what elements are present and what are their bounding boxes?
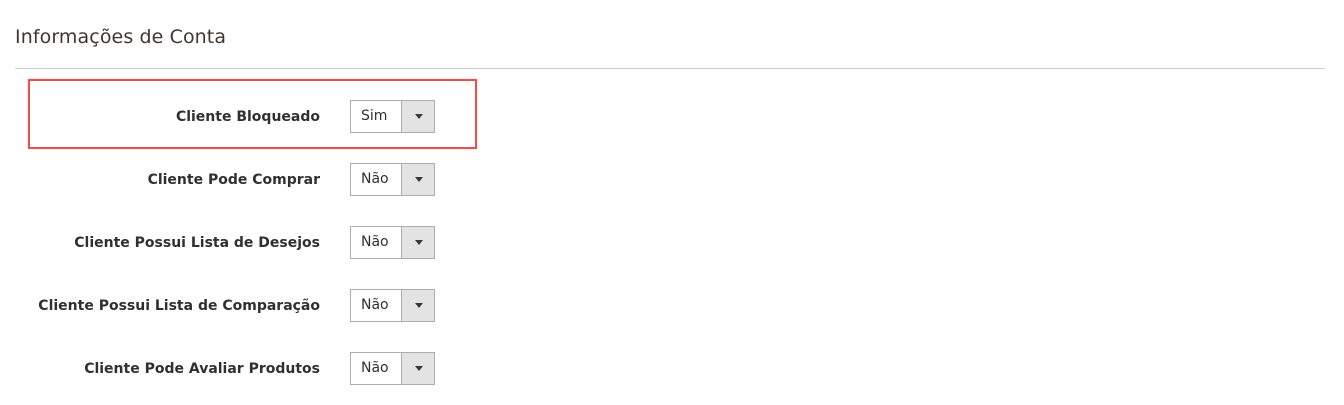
select-value: Não (361, 297, 389, 313)
field-label: Cliente Possui Lista de Comparação (38, 298, 320, 314)
dropdown-toggle[interactable] (401, 101, 434, 132)
select-value: Sim (361, 108, 388, 124)
account-info-page: Informações de Conta Cliente Bloqueado S… (0, 0, 1344, 405)
avaliar-produtos-select[interactable]: Não (350, 352, 435, 385)
field-row-lista-desejos: Cliente Possui Lista de Desejos Não (0, 226, 480, 260)
section-title: Informações de Conta (15, 26, 227, 48)
caret-down-icon (415, 114, 423, 119)
dropdown-toggle[interactable] (401, 164, 434, 195)
field-label: Cliente Possui Lista de Desejos (74, 235, 320, 251)
dropdown-toggle[interactable] (401, 227, 434, 258)
cliente-bloqueado-select[interactable]: Sim (350, 100, 435, 133)
field-label: Cliente Pode Comprar (147, 172, 320, 188)
field-row-cliente-bloqueado: Cliente Bloqueado Sim (0, 100, 480, 134)
lista-comparacao-select[interactable]: Não (350, 289, 435, 322)
section-divider (15, 68, 1325, 69)
field-label: Cliente Bloqueado (175, 109, 320, 125)
caret-down-icon (415, 240, 423, 245)
caret-down-icon (415, 177, 423, 182)
lista-desejos-select[interactable]: Não (350, 226, 435, 259)
select-value: Não (361, 234, 389, 250)
cliente-pode-comprar-select[interactable]: Não (350, 163, 435, 196)
field-label: Cliente Pode Avaliar Produtos (84, 361, 320, 377)
select-value: Não (361, 360, 389, 376)
caret-down-icon (415, 303, 423, 308)
field-row-cliente-pode-comprar: Cliente Pode Comprar Não (0, 163, 480, 197)
field-row-avaliar-produtos: Cliente Pode Avaliar Produtos Não (0, 352, 480, 386)
dropdown-toggle[interactable] (401, 290, 434, 321)
select-value: Não (361, 171, 389, 187)
caret-down-icon (415, 366, 423, 371)
field-row-lista-comparacao: Cliente Possui Lista de Comparação Não (0, 289, 480, 323)
dropdown-toggle[interactable] (401, 353, 434, 384)
